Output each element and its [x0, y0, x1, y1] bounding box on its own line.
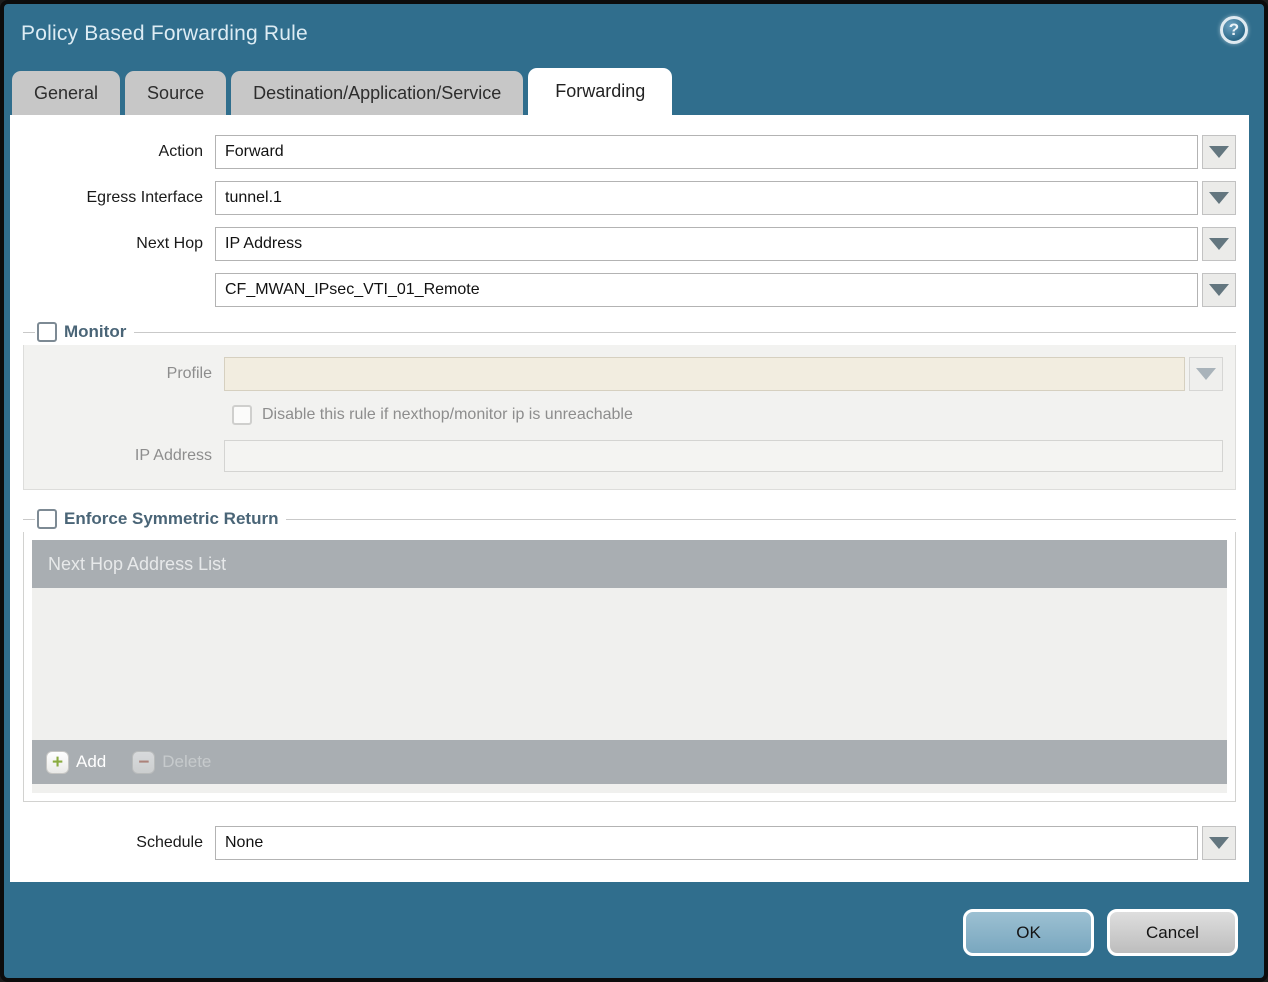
enforce-symmetric-return-section: Enforce Symmetric Return Next Hop Addres…: [23, 506, 1236, 802]
next-hop-address-combo: CF_MWAN_IPsec_VTI_01_Remote: [215, 273, 1236, 307]
cancel-button[interactable]: Cancel: [1107, 909, 1238, 956]
monitor-legend-label: Monitor: [64, 322, 127, 341]
forwarding-tab-panel: Action Forward Egress Interface tunnel.1…: [10, 115, 1249, 882]
egress-interface-combo: tunnel.1: [215, 181, 1236, 215]
help-icon[interactable]: ?: [1220, 16, 1248, 44]
profile-value: [224, 357, 1185, 391]
next-hop-dropdown-button[interactable]: [1202, 227, 1236, 261]
next-hop-address-value[interactable]: CF_MWAN_IPsec_VTI_01_Remote: [215, 273, 1198, 307]
symmetric-return-legend-row: Enforce Symmetric Return: [23, 506, 1236, 532]
delete-icon: −: [132, 750, 156, 774]
profile-label: Profile: [166, 365, 212, 382]
legend-line: [286, 518, 1236, 520]
disable-rule-checkbox: [232, 405, 252, 425]
dialog-title: Policy Based Forwarding Rule: [21, 22, 308, 45]
delete-button-label: Delete: [162, 752, 212, 771]
egress-interface-label: Egress Interface: [86, 189, 204, 206]
add-button[interactable]: + Add: [46, 750, 107, 774]
chevron-down-icon: [1209, 192, 1229, 204]
delete-button[interactable]: − Delete: [132, 750, 212, 774]
chevron-down-icon: [1209, 146, 1229, 158]
tab-bar: General Source Destination/Application/S…: [4, 68, 1264, 115]
next-hop-label: Next Hop: [136, 235, 203, 252]
schedule-combo: None: [215, 826, 1236, 860]
legend-line: [23, 331, 35, 333]
monitor-body: Profile Disable this rule if nexthop/mon…: [23, 345, 1236, 490]
action-dropdown-button[interactable]: [1202, 135, 1236, 169]
egress-interface-dropdown-button[interactable]: [1202, 181, 1236, 215]
legend-line: [23, 518, 35, 520]
tab-general[interactable]: General: [12, 71, 121, 115]
tab-source[interactable]: Source: [125, 71, 227, 115]
tab-destination-application-service[interactable]: Destination/Application/Service: [231, 71, 524, 115]
tab-forwarding[interactable]: Forwarding: [528, 68, 673, 115]
monitor-section: Monitor Profile Disable this rule if nex…: [23, 319, 1236, 490]
chevron-down-icon: [1209, 837, 1229, 849]
ok-button[interactable]: OK: [963, 909, 1094, 956]
next-hop-address-dropdown-button[interactable]: [1202, 273, 1236, 307]
action-row: Action Forward: [23, 135, 1236, 169]
enforce-symmetric-return-label: Enforce Symmetric Return: [64, 509, 279, 528]
chevron-down-icon: [1196, 368, 1216, 380]
enforce-symmetric-return-checkbox[interactable]: [37, 509, 57, 529]
next-hop-address-list-header: Next Hop Address List: [32, 540, 1227, 588]
legend-line: [134, 331, 1236, 333]
add-button-label: Add: [76, 752, 107, 771]
egress-interface-value[interactable]: tunnel.1: [215, 181, 1198, 215]
disable-rule-label: Disable this rule if nexthop/monitor ip …: [262, 406, 633, 423]
next-hop-address-row: CF_MWAN_IPsec_VTI_01_Remote: [23, 273, 1236, 307]
next-hop-address-list-toolbar: + Add − Delete: [32, 740, 1227, 784]
dialog-footer: OK Cancel: [4, 882, 1264, 978]
add-icon: +: [46, 750, 69, 774]
monitor-ip-address-input: [224, 440, 1223, 472]
egress-interface-row: Egress Interface tunnel.1: [23, 181, 1236, 215]
chevron-down-icon: [1209, 238, 1229, 250]
schedule-dropdown-button[interactable]: [1202, 826, 1236, 860]
schedule-label: Schedule: [136, 834, 203, 851]
action-value[interactable]: Forward: [215, 135, 1198, 169]
chevron-down-icon: [1209, 284, 1229, 296]
title-bar: Policy Based Forwarding Rule ?: [4, 4, 1264, 68]
profile-row: Profile: [36, 357, 1223, 391]
profile-dropdown-button: [1189, 357, 1223, 391]
next-hop-address-list-body: [32, 588, 1227, 740]
monitor-ip-address-row: IP Address: [36, 439, 1223, 473]
monitor-ip-address-label: IP Address: [134, 447, 212, 464]
next-hop-combo: IP Address: [215, 227, 1236, 261]
action-label: Action: [158, 143, 203, 160]
monitor-legend-row: Monitor: [23, 319, 1236, 345]
next-hop-row: Next Hop IP Address: [23, 227, 1236, 261]
profile-combo: [224, 357, 1223, 391]
next-hop-value[interactable]: IP Address: [215, 227, 1198, 261]
disable-rule-row: Disable this rule if nexthop/monitor ip …: [232, 405, 1223, 425]
monitor-checkbox[interactable]: [37, 322, 57, 342]
schedule-row: Schedule None: [23, 826, 1236, 860]
schedule-value[interactable]: None: [215, 826, 1198, 860]
next-hop-address-list-container: Next Hop Address List + Add − Delete: [23, 532, 1236, 802]
policy-based-forwarding-rule-dialog: Policy Based Forwarding Rule ? General S…: [0, 0, 1268, 982]
table-scroll-strip: [32, 784, 1227, 793]
action-combo: Forward: [215, 135, 1236, 169]
